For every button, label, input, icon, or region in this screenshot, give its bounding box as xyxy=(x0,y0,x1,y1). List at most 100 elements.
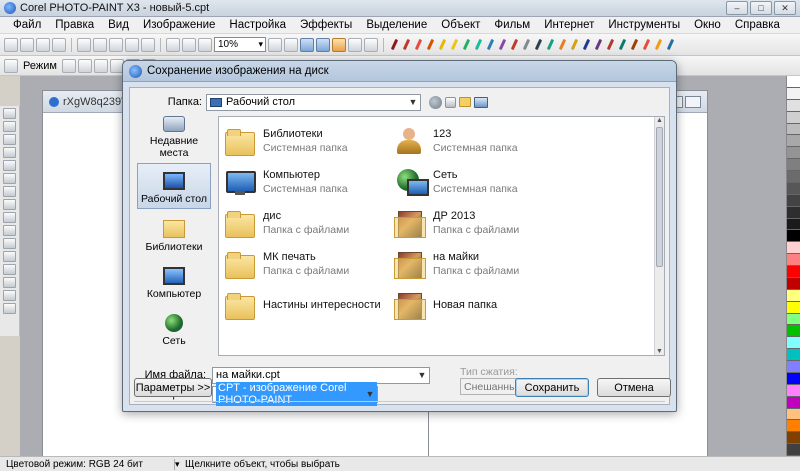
color-mask-icon[interactable] xyxy=(332,37,346,52)
file-list-scrollbar[interactable]: ▲ ▼ xyxy=(654,117,664,355)
clone-tool-icon[interactable] xyxy=(3,238,16,249)
place-desktop[interactable]: Рабочий стол xyxy=(137,163,211,209)
color-fg-tool-icon[interactable] xyxy=(3,277,16,288)
file-item[interactable]: дис Папка с файлами xyxy=(223,205,388,241)
brush-preset-icon[interactable] xyxy=(437,38,447,52)
brush-preset-icon[interactable] xyxy=(509,38,519,52)
palette-swatch[interactable] xyxy=(787,99,800,112)
cancel-button[interactable]: Отмена xyxy=(597,378,671,397)
palette-swatch[interactable] xyxy=(787,254,800,266)
place-recent-places[interactable]: Недавние места xyxy=(137,116,211,162)
save-icon[interactable] xyxy=(36,37,50,52)
palette-swatch[interactable] xyxy=(787,194,800,207)
brush-mode-icon[interactable] xyxy=(364,37,378,52)
open-icon[interactable] xyxy=(20,37,34,52)
palette-swatch[interactable] xyxy=(787,171,800,183)
file-list[interactable]: ▲ ▼ Библиотеки Системная папка 123 Системна… xyxy=(218,116,665,356)
brush-preset-icon[interactable] xyxy=(653,38,663,52)
palette-swatch[interactable] xyxy=(787,396,800,409)
eraser-tool-icon[interactable] xyxy=(3,173,16,184)
mask-icon[interactable] xyxy=(300,37,314,52)
palette-swatch[interactable] xyxy=(787,384,800,397)
swap-tool-icon[interactable] xyxy=(3,303,16,314)
brush-preset-icon[interactable] xyxy=(569,38,579,52)
file-item[interactable]: Сеть Системная папка xyxy=(393,164,558,200)
effect-tool-icon[interactable] xyxy=(3,225,16,236)
palette-swatch[interactable] xyxy=(787,206,800,219)
palette-swatch[interactable] xyxy=(787,277,800,290)
brush-preset-icon[interactable] xyxy=(557,38,567,52)
place-computer[interactable]: Компьютер xyxy=(137,257,211,303)
new-folder-icon[interactable] xyxy=(459,97,471,107)
new-icon[interactable] xyxy=(4,37,18,52)
full-screen-icon[interactable] xyxy=(284,37,298,52)
palette-swatch[interactable] xyxy=(787,349,800,361)
zoom-fit-icon[interactable] xyxy=(268,37,282,52)
file-type-dropdown[interactable]: CPT - изображение Corel PHOTO-PAINT ▼ xyxy=(212,382,378,406)
brush-preset-icon[interactable] xyxy=(485,38,495,52)
brush-preset-icon[interactable] xyxy=(605,38,615,52)
brush-preset-icon[interactable] xyxy=(389,38,399,52)
palette-swatch[interactable] xyxy=(787,432,800,445)
menu-item-0[interactable]: Файл xyxy=(6,19,48,31)
file-item[interactable]: ДР 2013 Папка с файлами xyxy=(393,205,558,241)
palette-swatch[interactable] xyxy=(787,337,800,350)
palette-swatch[interactable] xyxy=(787,123,800,136)
brush-preset-icon[interactable] xyxy=(497,38,507,52)
shape-tool-icon[interactable] xyxy=(3,251,16,262)
brush-preset-icon[interactable] xyxy=(641,38,651,52)
brush-preset-icon[interactable] xyxy=(425,38,435,52)
palette-swatch[interactable] xyxy=(787,301,800,314)
eyedropper-tool-icon[interactable] xyxy=(3,160,16,171)
palette-swatch[interactable] xyxy=(787,159,800,171)
palette-swatch[interactable] xyxy=(787,242,800,255)
scroll-down-icon[interactable]: ▼ xyxy=(655,348,664,355)
menu-item-4[interactable]: Настройка xyxy=(222,19,293,31)
brush-preset-icon[interactable] xyxy=(473,38,483,52)
export-icon[interactable] xyxy=(182,37,196,52)
menu-item-2[interactable]: Вид xyxy=(101,19,136,31)
brush-preset-icon[interactable] xyxy=(629,38,639,52)
file-item[interactable]: 123 Системная папка xyxy=(393,123,558,159)
look-in-dropdown[interactable]: Рабочий стол ▼ xyxy=(206,93,421,111)
view-menu-icon[interactable] xyxy=(474,96,488,108)
place-libraries[interactable]: Библиотеки xyxy=(137,210,211,256)
file-item[interactable]: Компьютер Системная папка xyxy=(223,164,388,200)
pick-tool-icon[interactable] xyxy=(3,108,16,119)
menu-item-6[interactable]: Выделение xyxy=(359,19,434,31)
lens-icon[interactable] xyxy=(348,37,362,52)
cut-icon[interactable] xyxy=(77,37,91,52)
palette-swatch[interactable] xyxy=(787,218,800,231)
brush-preset-icon[interactable] xyxy=(617,38,627,52)
import-icon[interactable] xyxy=(166,37,180,52)
menu-item-8[interactable]: Фильм xyxy=(487,19,537,31)
launcher-icon[interactable] xyxy=(198,37,212,52)
paste-icon[interactable] xyxy=(109,37,123,52)
crop-tool-icon[interactable] xyxy=(3,134,16,145)
object-picker-icon[interactable] xyxy=(316,37,330,52)
menu-item-1[interactable]: Правка xyxy=(48,19,101,31)
close-button[interactable]: ✕ xyxy=(774,1,796,15)
chevron-down-icon[interactable]: ▼ xyxy=(406,95,420,110)
color-bg-tool-icon[interactable] xyxy=(3,290,16,301)
palette-swatch[interactable] xyxy=(787,361,800,373)
doc-close-icon[interactable] xyxy=(685,95,701,108)
mode-position-icon[interactable] xyxy=(61,58,76,73)
palette-swatch[interactable] xyxy=(787,147,800,160)
brush-preset-icon[interactable] xyxy=(581,38,591,52)
brush-preset-icon[interactable] xyxy=(545,38,555,52)
redo-icon[interactable] xyxy=(141,37,155,52)
menu-item-9[interactable]: Интернет xyxy=(537,19,601,31)
brush-preset-icon[interactable] xyxy=(461,38,471,52)
palette-swatch[interactable] xyxy=(787,182,800,195)
palette-swatch[interactable] xyxy=(787,266,800,278)
pick-tool-icon[interactable] xyxy=(4,58,18,73)
brush-preset-icon[interactable] xyxy=(665,38,675,52)
brush-preset-icon[interactable] xyxy=(521,38,531,52)
palette-swatch[interactable] xyxy=(787,76,800,88)
maximize-button[interactable]: □ xyxy=(750,1,772,15)
file-item[interactable]: МК печать Папка с файлами xyxy=(223,246,388,282)
menu-item-5[interactable]: Эффекты xyxy=(293,19,359,31)
print-icon[interactable] xyxy=(52,37,66,52)
palette-swatch[interactable] xyxy=(787,87,800,100)
